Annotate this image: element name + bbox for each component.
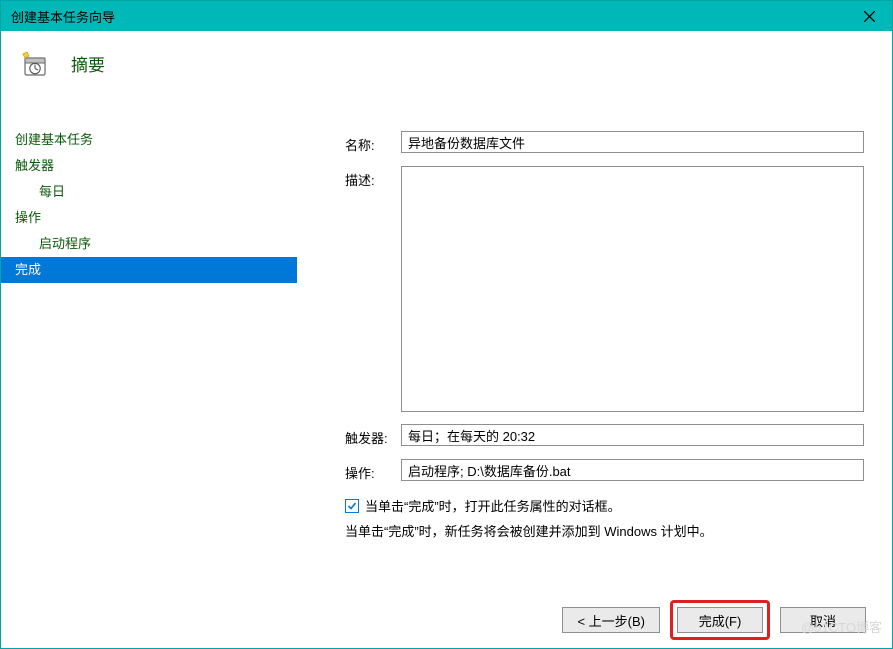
wizard-window: 创建基本任务向导 摘要 创建基本任务触发器每日操作启动程序完成 名称:: [0, 0, 893, 649]
name-input[interactable]: [401, 131, 864, 153]
trigger-value: [401, 424, 864, 446]
wizard-header: 摘要: [1, 31, 892, 107]
wizard-footer: < 上一步(B) 完成(F) 取消 @51CTO博客: [1, 592, 892, 648]
sidebar-item-4[interactable]: 启动程序: [1, 231, 297, 257]
finish-highlight: 完成(F): [670, 600, 770, 640]
description-label: 描述:: [345, 166, 401, 189]
sidebar-item-5[interactable]: 完成: [1, 257, 297, 283]
description-textarea[interactable]: [401, 166, 864, 412]
sidebar-item-1[interactable]: 触发器: [1, 153, 297, 179]
open-properties-checkbox-row[interactable]: 当单击“完成”时，打开此任务属性的对话框。: [345, 496, 864, 515]
finish-button[interactable]: 完成(F): [677, 607, 763, 633]
row-name: 名称:: [345, 131, 864, 154]
task-schedule-icon: [21, 51, 49, 79]
sidebar-item-3[interactable]: 操作: [1, 205, 297, 231]
finish-info-text: 当单击“完成”时，新任务将会被创建并添加到 Windows 计划中。: [345, 521, 864, 540]
close-button[interactable]: [846, 1, 892, 31]
window-title: 创建基本任务向导: [11, 7, 846, 26]
name-label: 名称:: [345, 131, 401, 154]
action-label: 操作:: [345, 459, 401, 482]
page-title: 摘要: [71, 51, 105, 76]
trigger-label: 触发器:: [345, 424, 401, 447]
row-description: 描述:: [345, 166, 864, 412]
wizard-body: 创建基本任务触发器每日操作启动程序完成 名称: 描述: 触发器: 操作:: [1, 107, 892, 592]
wizard-sidebar: 创建基本任务触发器每日操作启动程序完成: [1, 107, 297, 592]
row-trigger: 触发器:: [345, 424, 864, 447]
sidebar-item-2[interactable]: 每日: [1, 179, 297, 205]
checkbox-icon: [345, 499, 359, 513]
action-value: [401, 459, 864, 481]
row-action: 操作:: [345, 459, 864, 482]
titlebar: 创建基本任务向导: [1, 1, 892, 31]
sidebar-item-0[interactable]: 创建基本任务: [1, 127, 297, 153]
checkbox-label: 当单击“完成”时，打开此任务属性的对话框。: [365, 496, 621, 515]
close-icon: [864, 11, 875, 22]
wizard-content: 名称: 描述: 触发器: 操作: 当单击“完成”时，打开此任务属性的对话框。: [297, 107, 892, 592]
back-button[interactable]: < 上一步(B): [562, 607, 660, 633]
cancel-button[interactable]: 取消: [780, 607, 866, 633]
